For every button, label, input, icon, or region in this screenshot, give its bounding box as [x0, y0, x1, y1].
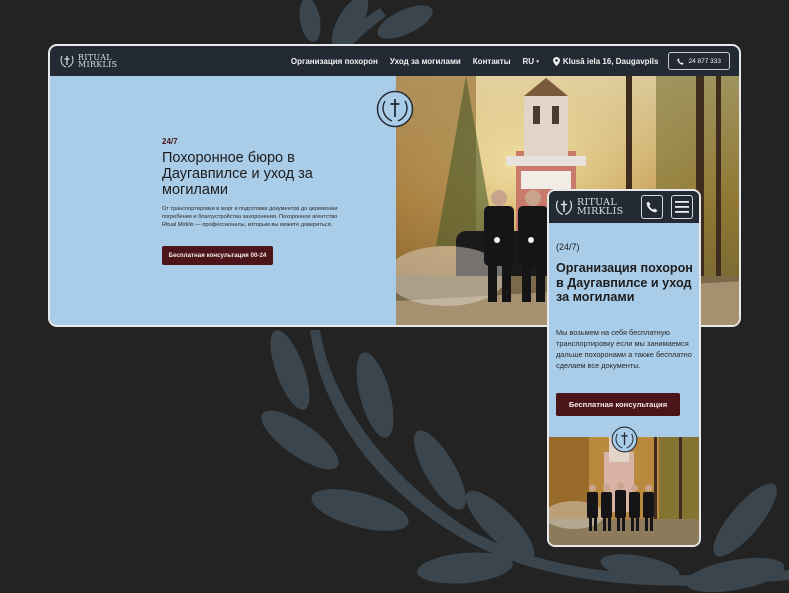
mobile-header: RITUAL MIRKLIS — [549, 191, 699, 223]
mobile-hero-tag: (24/7) — [556, 242, 580, 252]
mobile-phone-button[interactable] — [641, 195, 663, 219]
free-consultation-button[interactable]: Бесплатная консультация 00-24 — [162, 246, 273, 265]
language-selector[interactable]: RU ▾ — [523, 57, 539, 66]
phone-number: 24 877 333 — [688, 57, 721, 65]
mobile-hero-title: Организация похорон в Даугавпилсе и уход… — [556, 261, 693, 304]
logo-text: RITUAL MIRKLIS — [577, 197, 624, 217]
mobile-hero-photo-funeral-staff — [549, 437, 699, 545]
mobile-logo[interactable]: RITUAL MIRKLIS — [554, 197, 623, 217]
phone-icon — [677, 57, 685, 65]
hero-title: Похоронное бюро в Даугавпилсе и уход за … — [162, 150, 313, 198]
logo-text: RITUAL MIRKLIS — [78, 53, 118, 69]
hero-tag: 24/7 — [162, 137, 178, 146]
phone-button[interactable]: 24 877 333 — [668, 52, 730, 70]
nav-funeral-organization[interactable]: Организация похорон — [291, 57, 378, 66]
desktop-nav: Организация похорон Уход за могилами Кон… — [291, 56, 659, 66]
language-label: RU — [522, 56, 535, 66]
desktop-logo[interactable]: RITUAL MIRKLIS — [59, 53, 117, 69]
wreath-cross-icon — [60, 55, 74, 68]
wreath-cross-icon — [555, 200, 573, 216]
hamburger-menu-icon — [675, 201, 689, 213]
nav-contacts[interactable]: Контакты — [473, 57, 511, 66]
hero-description: От транспортировки в морг и подготовки д… — [162, 206, 338, 228]
map-pin-icon — [552, 56, 560, 66]
wreath-cross-emblem-icon — [376, 90, 414, 128]
address[interactable]: Klusā iela 16, Daugavpils — [552, 56, 659, 66]
desktop-header: RITUAL MIRKLIS Организация похорон Уход … — [50, 46, 739, 76]
desktop-hero-panel — [50, 76, 396, 325]
hamburger-menu-button[interactable] — [671, 195, 693, 219]
mobile-hero-description: Мы возьмем на себя бесплатную транспорти… — [556, 328, 692, 370]
address-text: Klusā iela 16, Daugavpils — [562, 56, 659, 66]
mobile-mockup: RITUAL MIRKLIS (24/7) Организация похоро… — [547, 189, 701, 547]
mobile-free-consultation-button[interactable]: Бесплатная консультация — [556, 393, 680, 416]
wreath-cross-emblem-icon — [611, 426, 638, 453]
nav-grave-care[interactable]: Уход за могилами — [390, 57, 461, 66]
phone-icon — [646, 201, 658, 213]
chevron-down-icon: ▾ — [536, 58, 539, 65]
